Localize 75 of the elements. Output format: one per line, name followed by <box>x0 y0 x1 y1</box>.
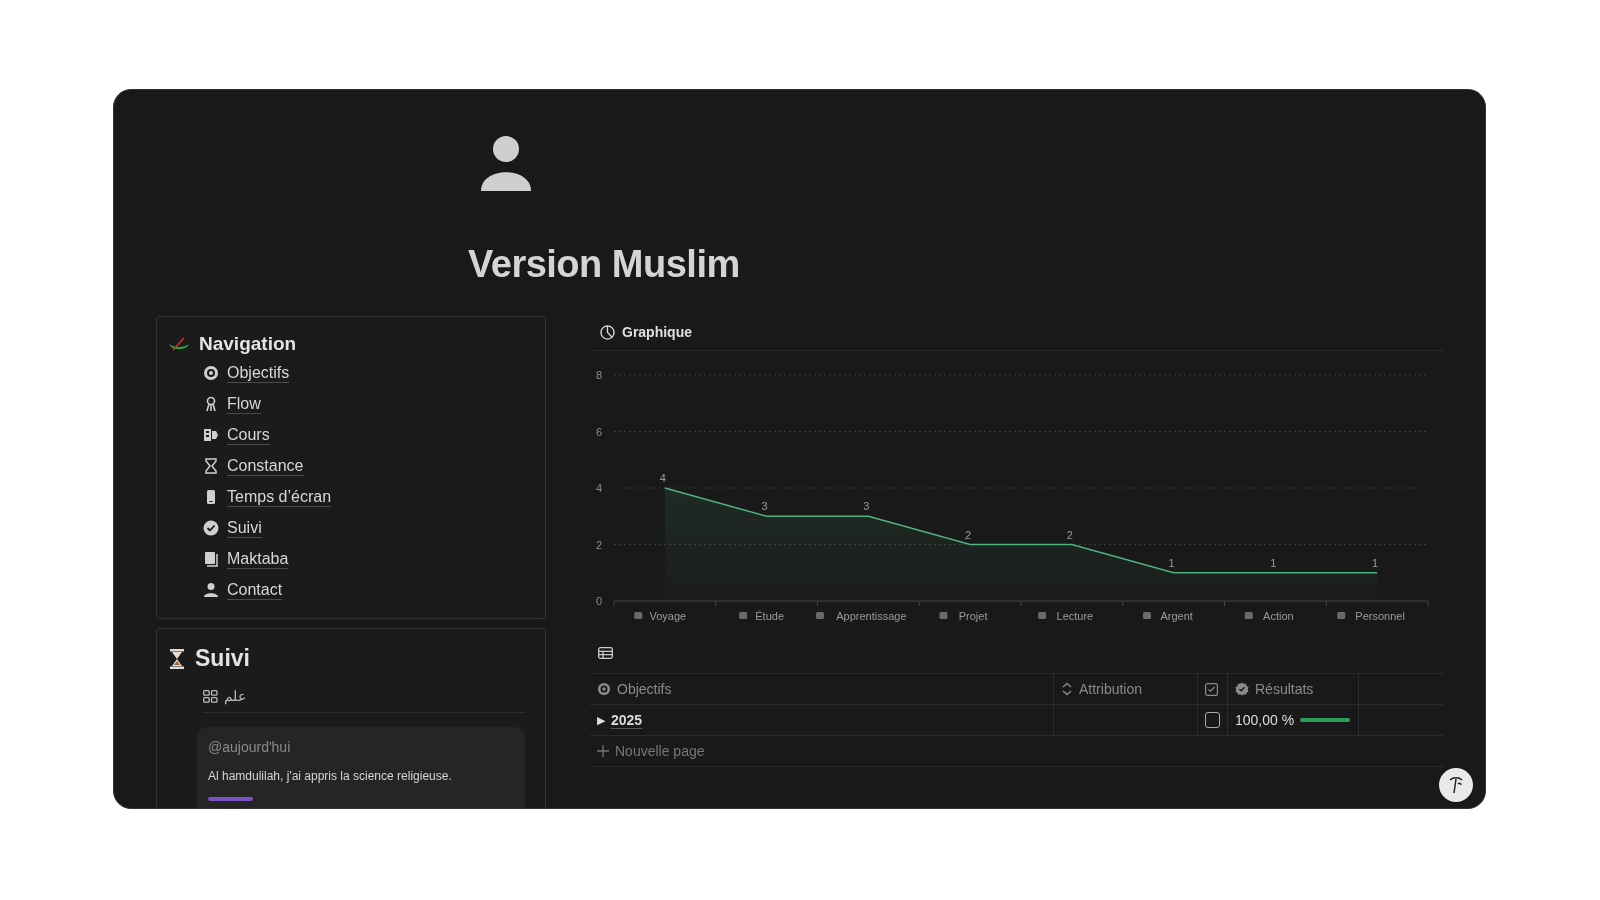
chart-title: Graphique <box>622 324 692 340</box>
canoe-icon <box>169 337 189 351</box>
nav-link[interactable]: Cours <box>203 425 533 445</box>
sort-icon <box>1061 682 1073 696</box>
data-label: 1 <box>1168 556 1175 569</box>
y-tick-label: 0 <box>596 595 603 607</box>
category-icon <box>634 612 643 619</box>
hourglass-icon <box>203 458 219 474</box>
column-header[interactable]: Résultats <box>1228 674 1359 704</box>
page-title: Version Muslim <box>468 243 741 286</box>
help-button[interactable] <box>1439 768 1473 802</box>
data-label: 2 <box>965 528 972 541</box>
data-label: 1 <box>1372 556 1379 569</box>
row-title[interactable]: 2025 <box>611 711 643 729</box>
x-tick-label: Lecture <box>1056 610 1094 622</box>
data-label: 3 <box>761 500 768 513</box>
nav-link[interactable]: Constance <box>203 456 533 476</box>
nav-link[interactable]: Flow <box>203 394 533 414</box>
panel-title: Suivi <box>195 645 250 672</box>
category-icon <box>739 612 748 619</box>
chart-icon <box>600 324 615 340</box>
x-tick-label: Apprentissage <box>836 610 907 622</box>
category-icon <box>816 612 825 619</box>
gallery-card[interactable]: @aujourd'hui Al hamdulilah, j'ai appris la science religieuse. <box>197 727 525 808</box>
data-label: 2 <box>1066 528 1073 541</box>
x-tick-label: Voyage <box>649 610 687 622</box>
data-label: 4 <box>659 472 666 484</box>
card-date: @aujourd'hui <box>208 739 292 755</box>
y-tick-label: 8 <box>596 369 603 381</box>
column-header[interactable]: Objectifs <box>590 674 1054 704</box>
category-icon <box>1244 612 1253 619</box>
help-icon <box>1447 775 1465 795</box>
nav-link[interactable]: Temps d’écran <box>203 487 533 507</box>
target-icon <box>203 365 219 381</box>
category-icon <box>1143 612 1152 619</box>
nav-link[interactable]: Contact <box>203 580 533 600</box>
plus-icon <box>597 745 609 757</box>
view-tab[interactable]: علم <box>224 688 246 704</box>
category-icon <box>939 612 948 619</box>
hourglass-icon <box>169 648 185 669</box>
tag <box>208 797 253 801</box>
expand-toggle[interactable]: ▶ <box>597 713 605 727</box>
x-tick-label: Action <box>1263 610 1294 622</box>
book-icon <box>203 551 219 567</box>
category-icon <box>1038 612 1047 619</box>
data-label: 1 <box>1270 556 1277 569</box>
target-icon <box>597 682 611 696</box>
table-icon <box>598 647 613 659</box>
x-tick-label: Personnel <box>1355 610 1405 622</box>
badge-check-icon <box>1235 682 1249 696</box>
x-tick-label: Projet <box>958 610 988 622</box>
nav-link[interactable]: Objectifs <box>203 363 533 383</box>
y-tick-label: 6 <box>596 425 603 438</box>
check-circle-icon <box>203 520 219 536</box>
y-tick-label: 2 <box>596 538 603 551</box>
x-tick-label: Étude <box>755 610 784 622</box>
y-tick-label: 4 <box>596 482 603 494</box>
category-icon <box>1337 612 1346 619</box>
person-icon <box>203 582 219 598</box>
board-icon <box>203 427 219 443</box>
figure-icon <box>203 396 219 412</box>
nav-link[interactable]: Maktaba <box>203 549 533 569</box>
checkbox-icon <box>1205 682 1218 696</box>
nav-link[interactable]: Suivi <box>203 518 533 538</box>
data-label: 3 <box>863 500 870 513</box>
panel-title: Navigation <box>199 333 297 355</box>
checkbox[interactable] <box>1205 712 1220 728</box>
person-icon <box>480 135 532 191</box>
new-page-button[interactable]: Nouvelle page <box>590 736 1443 767</box>
card-text: Al hamdulilah, j'ai appris la science religieuse. <box>208 769 453 783</box>
column-header[interactable]: Attribution <box>1054 674 1198 704</box>
result-value: 100,00 % <box>1235 712 1295 728</box>
progress-bar <box>1300 718 1351 722</box>
x-tick-label: Argent <box>1160 610 1193 622</box>
gallery-icon <box>203 689 218 703</box>
